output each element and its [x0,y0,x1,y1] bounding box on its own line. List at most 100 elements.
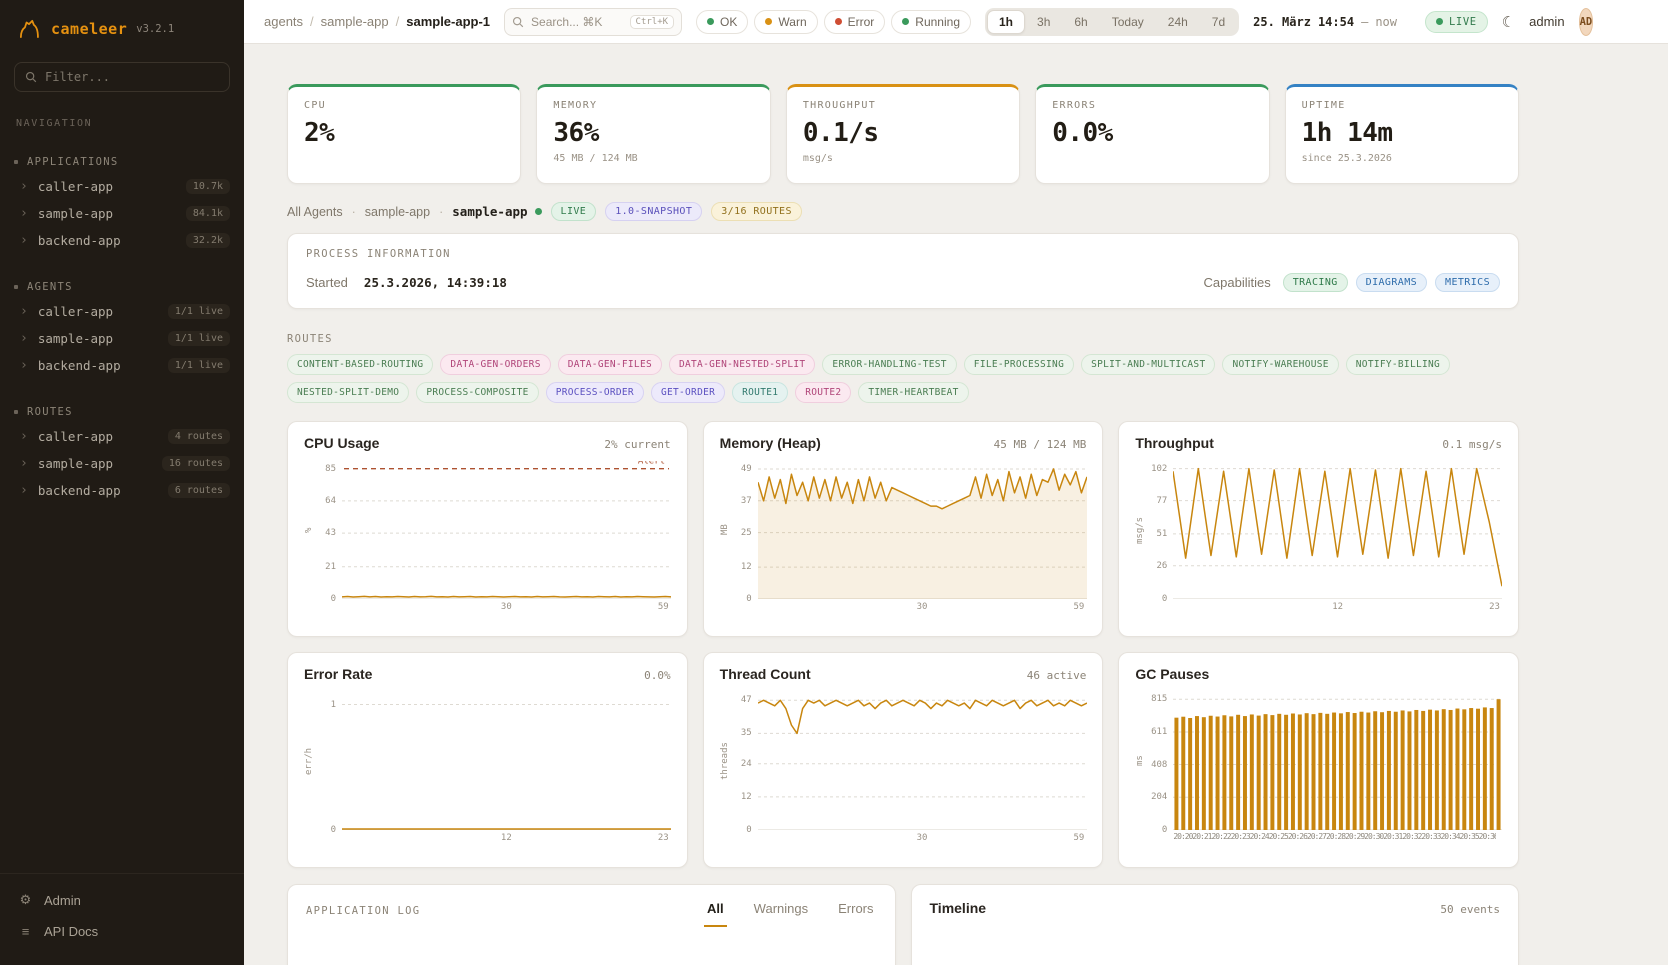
y-axis-label: % [304,461,316,599]
breadcrumb-item-sample-app-1[interactable]: sample-app-1 [406,14,490,29]
log-tab-warnings[interactable]: Warnings [751,901,811,927]
route-pill-notify-warehouse[interactable]: NOTIFY-WAREHOUSE [1222,354,1338,375]
stat-cards-row: CPU 2% MEMORY 36% 45 MB / 124 MB THROUGH… [287,84,1519,184]
route-pill-file-processing[interactable]: FILE-PROCESSING [964,354,1074,375]
context-crumb-all-agents[interactable]: All Agents [287,205,343,219]
search-icon [512,16,524,28]
app-logo[interactable]: cameleer v3.2.1 [0,0,244,52]
time-label: 14:54 [1318,15,1354,29]
x-tick-label: 23 [1489,602,1500,612]
route-pill-get-order[interactable]: GET-ORDER [651,382,725,403]
alert-threshold-label: Alert [638,461,665,467]
time-range-today[interactable]: Today [1100,10,1156,34]
status-filter-error[interactable]: Error [824,10,886,34]
route-pill-notify-billing[interactable]: NOTIFY-BILLING [1346,354,1450,375]
timeline-card: Timeline 50 events [911,884,1520,965]
status-filter-running[interactable]: Running [891,10,971,34]
sidebar-section-header[interactable]: ROUTES [0,401,244,423]
datetime-picker[interactable]: 25. März 14:54 – now [1253,15,1397,29]
sidebar-item-backend-app[interactable]: ›backend-app6 routes [0,477,244,504]
stat-value: 36% [553,118,753,148]
chart-title: Memory (Heap) [720,435,821,451]
capability-badge-metrics: METRICS [1435,273,1500,292]
route-pills: CONTENT-BASED-ROUTING DATA-GEN-ORDERS DATA… [287,354,1519,403]
bottom-row: APPLICATION LOG All Warnings Errors Timeli… [287,884,1519,965]
time-range-24h[interactable]: 24h [1156,10,1200,34]
sidebar-item-caller-app[interactable]: ›caller-app1/1 live [0,298,244,325]
route-pill-route2[interactable]: ROUTE2 [795,382,851,403]
sidebar-filter[interactable] [14,62,230,92]
route-pill-data-gen-nested-split[interactable]: DATA-GEN-NESTED-SPLIT [669,354,815,375]
chevron-right-icon: › [20,332,28,345]
chart-current-value: 46 active [1027,669,1087,682]
time-range-7d[interactable]: 7d [1200,10,1237,34]
chart-svg [342,692,671,830]
route-pill-split-and-multicast[interactable]: SPLIT-AND-MULTICAST [1081,354,1215,375]
context-crumb-sample-app[interactable]: sample-app [365,205,430,219]
sidebar-item-backend-app[interactable]: ›backend-app32.2k [0,227,244,254]
route-pill-process-composite[interactable]: PROCESS-COMPOSITE [416,382,538,403]
context-separator: · [439,205,443,219]
sidebar-item-backend-app[interactable]: ›backend-app1/1 live [0,352,244,379]
breadcrumb-item-agents[interactable]: agents [264,14,303,29]
search-box[interactable]: Search... ⌘K Ctrl+K [504,8,682,36]
y-axis-ticks: 0265177102 [1147,461,1173,599]
chart-title: GC Pauses [1135,666,1209,682]
sidebar-item-label: sample-app [38,456,152,471]
sidebar-section-title: APPLICATIONS [27,156,118,168]
log-tab-errors[interactable]: Errors [835,901,876,927]
section-bullet-icon [14,160,18,164]
breadcrumb-item-sample-app[interactable]: sample-app [321,14,389,29]
y-tick-label: 43 [325,528,336,538]
gear-icon: ⚙ [18,892,33,908]
sidebar-item-sample-app[interactable]: ›sample-app84.1k [0,200,244,227]
sidebar-item-caller-app[interactable]: ›caller-app10.7k [0,173,244,200]
sidebar-item-sample-app[interactable]: ›sample-app16 routes [0,450,244,477]
application-log-title: APPLICATION LOG [306,901,420,917]
sidebar-footer: ⚙ Admin ≡ API Docs [0,873,244,965]
sidebar-item-admin[interactable]: ⚙ Admin [0,884,244,916]
route-pill-process-order[interactable]: PROCESS-ORDER [546,382,644,403]
process-info-title: PROCESS INFORMATION [306,248,1500,260]
sidebar-section-header[interactable]: AGENTS [0,276,244,298]
route-pill-error-handling-test[interactable]: ERROR-HANDLING-TEST [822,354,956,375]
search-shortcut-badge: Ctrl+K [630,15,675,29]
chevron-right-icon: › [20,305,28,318]
route-pill-nested-split-demo[interactable]: NESTED-SPLIT-DEMO [287,382,409,403]
sidebar-filter-input[interactable] [45,70,219,84]
context-crumb-sample-app[interactable]: sample-app [452,204,527,219]
route-pill-content-based-routing[interactable]: CONTENT-BASED-ROUTING [287,354,433,375]
avatar[interactable]: AD [1579,8,1594,36]
sidebar-section-header[interactable]: APPLICATIONS [0,151,244,173]
y-tick-label: 47 [741,695,752,705]
process-info-card: PROCESS INFORMATION Started 25.3.2026, 1… [287,233,1519,309]
chart-plot-area [342,692,671,830]
sidebar-item-caller-app[interactable]: ›caller-app4 routes [0,423,244,450]
sidebar-item-label: caller-app [38,304,158,319]
status-filter-label: OK [720,15,737,29]
application-log-card: APPLICATION LOG All Warnings Errors [287,884,896,965]
status-filter-ok[interactable]: OK [696,10,748,34]
sidebar-section-agents: AGENTS›caller-app1/1 live›sample-app1/1 … [0,276,244,379]
chart-title: Throughput [1135,435,1214,451]
status-filter-warn[interactable]: Warn [754,10,817,34]
sidebar-item-sample-app[interactable]: ›sample-app1/1 live [0,325,244,352]
y-axis-label: threads [720,692,732,830]
theme-toggle-button[interactable]: ☾ [1502,8,1515,36]
context-breadcrumb-row: All Agents·sample-app·sample-appLIVE1.0-… [287,202,1519,221]
route-pill-data-gen-files[interactable]: DATA-GEN-FILES [558,354,662,375]
live-badge[interactable]: LIVE [1425,11,1488,33]
y-tick-label: 1 [331,700,336,710]
route-pill-route1[interactable]: ROUTE1 [732,382,788,403]
time-range-6h[interactable]: 6h [1062,10,1099,34]
route-pill-data-gen-orders[interactable]: DATA-GEN-ORDERS [440,354,550,375]
stat-value: 0.0% [1052,118,1252,148]
y-tick-label: 25 [741,528,752,538]
menu-icon: ≡ [18,924,33,939]
time-range-1h[interactable]: 1h [987,10,1025,34]
time-range-3h[interactable]: 3h [1025,10,1062,34]
x-axis-ticks: 1223 [1173,599,1502,615]
route-pill-timer-heartbeat[interactable]: TIMER-HEARTBEAT [858,382,968,403]
sidebar-item-api-docs[interactable]: ≡ API Docs [0,916,244,947]
log-tab-all[interactable]: All [704,901,727,927]
